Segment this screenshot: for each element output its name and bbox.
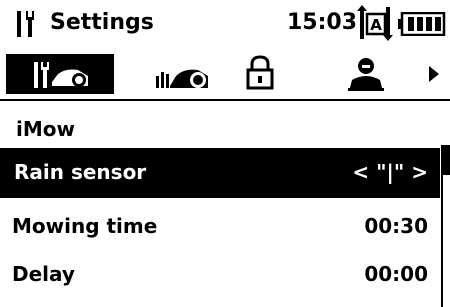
mower-icon [156, 69, 208, 88]
battery-full-icon [398, 12, 446, 36]
scrollbar-line [441, 175, 443, 307]
page-title: Settings [50, 10, 154, 35]
menu-item-value: 00:30 [364, 214, 428, 238]
menu-item-delay[interactable]: Delay 00:00 [0, 250, 440, 300]
menu-item-value: < "|" > [352, 160, 428, 184]
settings-tools-icon [17, 11, 34, 37]
clock: 15:03 [287, 10, 358, 35]
menu-item-rain-sensor[interactable]: Rain sensor < "|" > [0, 148, 440, 198]
tab-settings[interactable] [6, 54, 114, 94]
menu-item-label: Rain sensor [14, 160, 147, 184]
scrollbar-thumb[interactable] [441, 145, 450, 175]
settings-screen: Settings 15:03 A iMow Rain sensor < "|" … [0, 0, 450, 307]
menu-item-value: 00:00 [364, 262, 428, 286]
tools-settings-icon [34, 62, 88, 88]
arrow-right-icon[interactable] [428, 66, 440, 82]
lock-icon [246, 55, 274, 90]
menu-title: iMow [16, 117, 75, 141]
category-tabs [0, 46, 450, 100]
svg-text:A: A [370, 16, 382, 34]
tab-user[interactable] [340, 54, 400, 94]
tab-security[interactable] [236, 54, 284, 94]
automatic-mode-icon: A [357, 5, 393, 41]
tabs-divider [0, 99, 450, 101]
tab-mower[interactable] [120, 54, 230, 94]
menu-item-mowing-time[interactable]: Mowing time 00:30 [0, 202, 440, 252]
status-header: Settings 15:03 A [0, 0, 450, 46]
menu-item-label: Delay [12, 262, 75, 286]
user-icon [348, 58, 384, 91]
menu-item-label: Mowing time [12, 214, 158, 238]
